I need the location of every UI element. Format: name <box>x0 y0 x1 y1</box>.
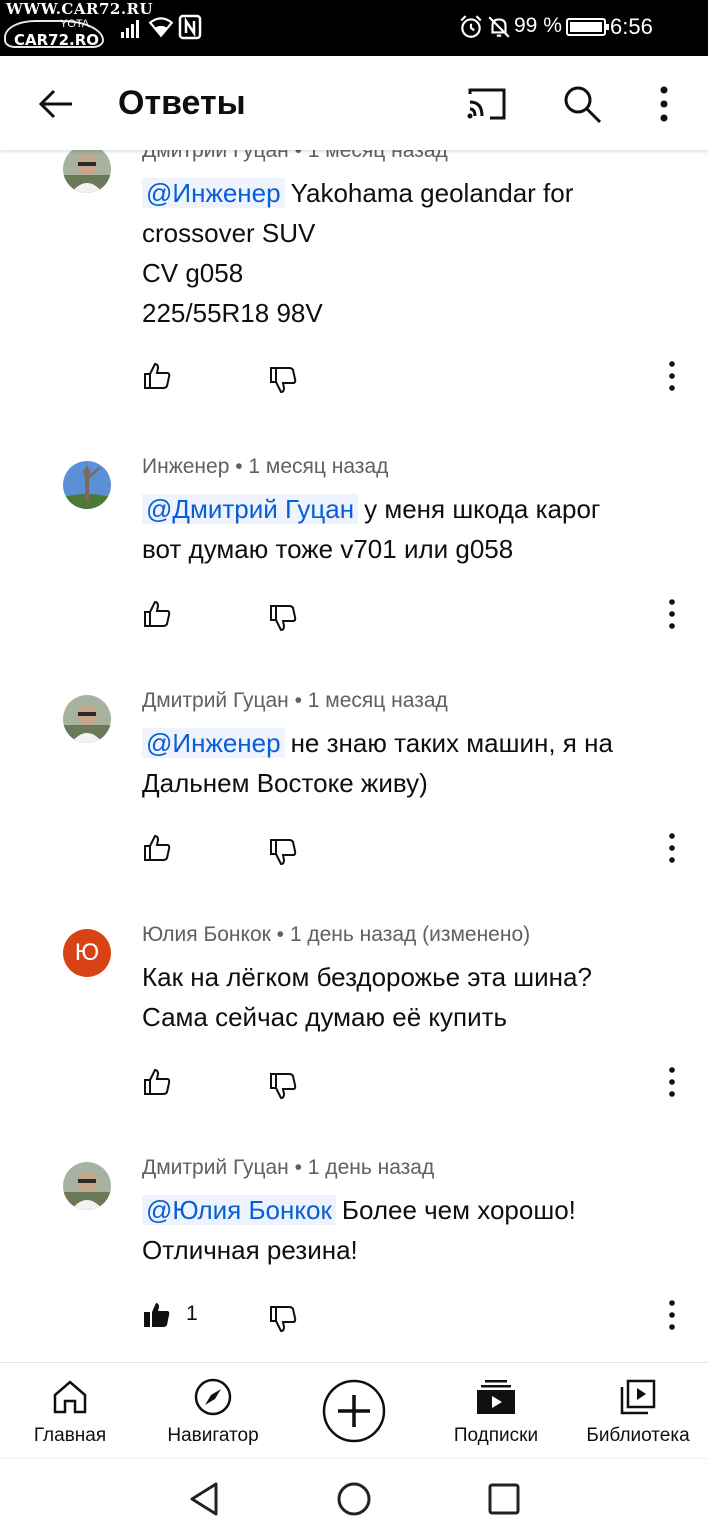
page-title: Ответы <box>118 84 246 122</box>
like-icon[interactable] <box>142 1067 172 1097</box>
avatar[interactable] <box>63 1162 111 1210</box>
more-vert-icon[interactable] <box>642 82 686 126</box>
mention-link[interactable]: @Дмитрий Гуцан <box>142 494 359 524</box>
clock: 6:56 <box>610 14 653 39</box>
avatar[interactable]: Ю <box>63 929 111 977</box>
comment-actions <box>142 1067 692 1107</box>
comment-item: Дмитрий Гуцан • 1 месяц назад @Инженер не… <box>0 689 708 929</box>
comment-meta: Дмитрий Гуцан • 1 день назад <box>142 1156 435 1179</box>
comment-item: Дмитрий Гуцан • 1 день назад @Юлия Бонко… <box>0 1156 708 1362</box>
comment-text: @Инженер Yakohama geolandar for crossover… <box>142 178 574 328</box>
mention-link[interactable]: @Инженер <box>142 728 285 758</box>
subscriptions-icon <box>477 1380 515 1414</box>
mention-link[interactable]: @Инженер <box>142 178 285 208</box>
recents-square-icon[interactable] <box>484 1479 524 1519</box>
alarm-icon <box>460 15 482 38</box>
nfc-icon <box>178 14 202 40</box>
dislike-icon[interactable] <box>268 1071 298 1101</box>
like-filled-icon[interactable] <box>142 1300 172 1330</box>
dislike-icon[interactable] <box>268 837 298 867</box>
dislike-icon[interactable] <box>268 365 298 395</box>
mute-icon <box>488 16 510 38</box>
dislike-icon[interactable] <box>268 1304 298 1334</box>
back-arrow-icon[interactable] <box>36 84 76 124</box>
nav-label: Главная <box>33 1425 107 1446</box>
nav-create[interactable] <box>314 1363 394 1459</box>
nav-library[interactable]: Библиотека <box>578 1363 698 1459</box>
nav-subscriptions[interactable]: Подписки <box>436 1363 556 1459</box>
more-vert-icon[interactable] <box>662 1065 682 1099</box>
comment-actions <box>142 833 692 873</box>
nav-explore[interactable]: Навигатор <box>148 1363 278 1459</box>
like-count: 1 <box>186 1302 198 1325</box>
comment-actions: 1 <box>142 1300 692 1340</box>
more-vert-icon[interactable] <box>662 831 682 865</box>
comment-item: Инженер • 1 месяц назад @Дмитрий Гуцан у … <box>0 455 708 695</box>
more-vert-icon[interactable] <box>662 359 682 393</box>
comment-meta: Юлия Бонкок • 1 день назад (изменено) <box>142 923 531 946</box>
nav-label: Навигатор <box>167 1425 259 1446</box>
comment-text: @Дмитрий Гуцан у меня шкода карог вот дум… <box>142 494 601 564</box>
replies-list: Дмитрий Гуцан • 1 месяц назад @Инженер Ya… <box>0 150 708 1362</box>
like-icon[interactable] <box>142 361 172 391</box>
app-bar: Ответы <box>0 56 708 150</box>
nav-label: Библиотека <box>586 1425 690 1446</box>
nav-label: Подписки <box>453 1425 539 1446</box>
comment-meta: Дмитрий Гуцан • 1 месяц назад <box>142 689 448 712</box>
comment-actions <box>142 361 692 401</box>
search-icon[interactable] <box>560 82 604 126</box>
compass-icon <box>194 1378 232 1416</box>
avatar[interactable] <box>63 695 111 743</box>
avatar[interactable] <box>63 150 111 193</box>
create-plus-icon <box>322 1379 386 1443</box>
watermark-logo: CAR72.RO <box>14 31 100 49</box>
home-icon <box>53 1380 87 1414</box>
dislike-icon[interactable] <box>268 603 298 633</box>
comment-meta: Инженер • 1 месяц назад <box>142 455 389 478</box>
mention-link[interactable]: @Юлия Бонкок <box>142 1195 336 1225</box>
signal-icon <box>121 20 139 38</box>
battery-icon <box>566 18 609 36</box>
more-vert-icon[interactable] <box>662 597 682 631</box>
comment-meta: Дмитрий Гуцан • 1 месяц назад <box>142 150 448 162</box>
like-icon[interactable] <box>142 833 172 863</box>
battery-percent: 99 % <box>514 14 562 37</box>
comment-item: Ю Юлия Бонкок • 1 день назад (изменено) … <box>0 923 708 1163</box>
system-navigation <box>0 1458 708 1536</box>
more-vert-icon[interactable] <box>662 1298 682 1332</box>
comment-actions <box>142 599 692 639</box>
cast-icon[interactable] <box>464 82 508 126</box>
bottom-navigation: Главная Навигатор Подписки Библиотека <box>0 1362 708 1458</box>
avatar[interactable] <box>63 461 111 509</box>
comment-text: Как на лёгком бездорожье эта шина? Сама … <box>142 962 592 1032</box>
comment-item: Дмитрий Гуцан • 1 месяц назад @Инженер Ya… <box>0 150 708 394</box>
wifi-icon <box>148 17 174 38</box>
back-triangle-icon[interactable] <box>184 1479 224 1519</box>
carrier-label: YOTA <box>60 18 90 30</box>
nav-home[interactable]: Главная <box>10 1363 130 1459</box>
status-bar: WWW.CAR72.RU CAR72.RO YOTA 99 % 6:56 <box>0 0 708 56</box>
comment-text: @Юлия Бонкок Более чем хорошо! Отличная р… <box>142 1195 576 1265</box>
comment-text: @Инженер не знаю таких машин, я на Дальне… <box>142 728 613 798</box>
library-icon <box>620 1379 656 1415</box>
like-icon[interactable] <box>142 599 172 629</box>
home-circle-icon[interactable] <box>334 1479 374 1519</box>
